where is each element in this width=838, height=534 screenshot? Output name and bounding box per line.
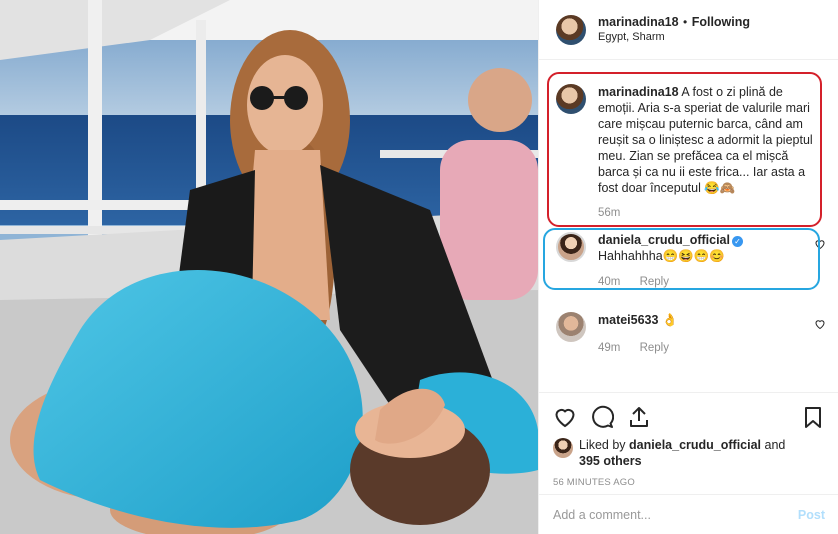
photo-illustration xyxy=(0,0,538,534)
author-username[interactable]: marinadina18 xyxy=(598,15,679,29)
post-button[interactable]: Post xyxy=(798,508,825,522)
bookmark-icon[interactable] xyxy=(801,405,825,429)
author-avatar[interactable] xyxy=(556,14,586,45)
following-button[interactable]: Following xyxy=(692,15,750,29)
reply-button[interactable]: Reply xyxy=(640,342,669,354)
comment-icon[interactable] xyxy=(590,405,614,429)
comment-input[interactable] xyxy=(553,507,798,522)
heart-icon[interactable] xyxy=(553,405,577,429)
likes-others-link[interactable]: 395 others xyxy=(579,454,642,468)
share-icon[interactable] xyxy=(627,405,651,429)
liker-username[interactable]: daniela_crudu_official xyxy=(629,438,761,452)
comment-time[interactable]: 49m xyxy=(598,342,620,354)
post-header: marinadina18 • Following Egypt, Sharm xyxy=(539,0,838,60)
comment-avatar[interactable] xyxy=(556,312,586,342)
location-link[interactable]: Egypt, Sharm xyxy=(598,30,750,45)
likes-and: and xyxy=(764,438,786,452)
post-timestamp[interactable]: 56 MINUTES AGO xyxy=(553,477,825,488)
likes-prefix: Liked by xyxy=(579,438,626,452)
comment-username[interactable]: matei5633 xyxy=(598,313,658,327)
separator-dot: • xyxy=(683,15,688,29)
post-actions: Liked by daniela_crudu_official and 395 … xyxy=(539,392,838,488)
comment-highlight-box xyxy=(543,228,820,290)
header-text: marinadina18 • Following Egypt, Sharm xyxy=(598,14,750,45)
list-item: matei5633 👌 49m Reply xyxy=(556,312,826,356)
liker-avatar[interactable] xyxy=(553,438,573,458)
like-comment-heart-icon[interactable] xyxy=(814,318,826,330)
add-comment-bar: Post xyxy=(539,494,838,534)
caption-highlight-box xyxy=(547,72,822,227)
likes-summary: Liked by daniela_crudu_official and 395 … xyxy=(553,437,825,469)
post-photo[interactable] xyxy=(0,0,538,534)
comment-text: 👌 xyxy=(661,313,678,327)
